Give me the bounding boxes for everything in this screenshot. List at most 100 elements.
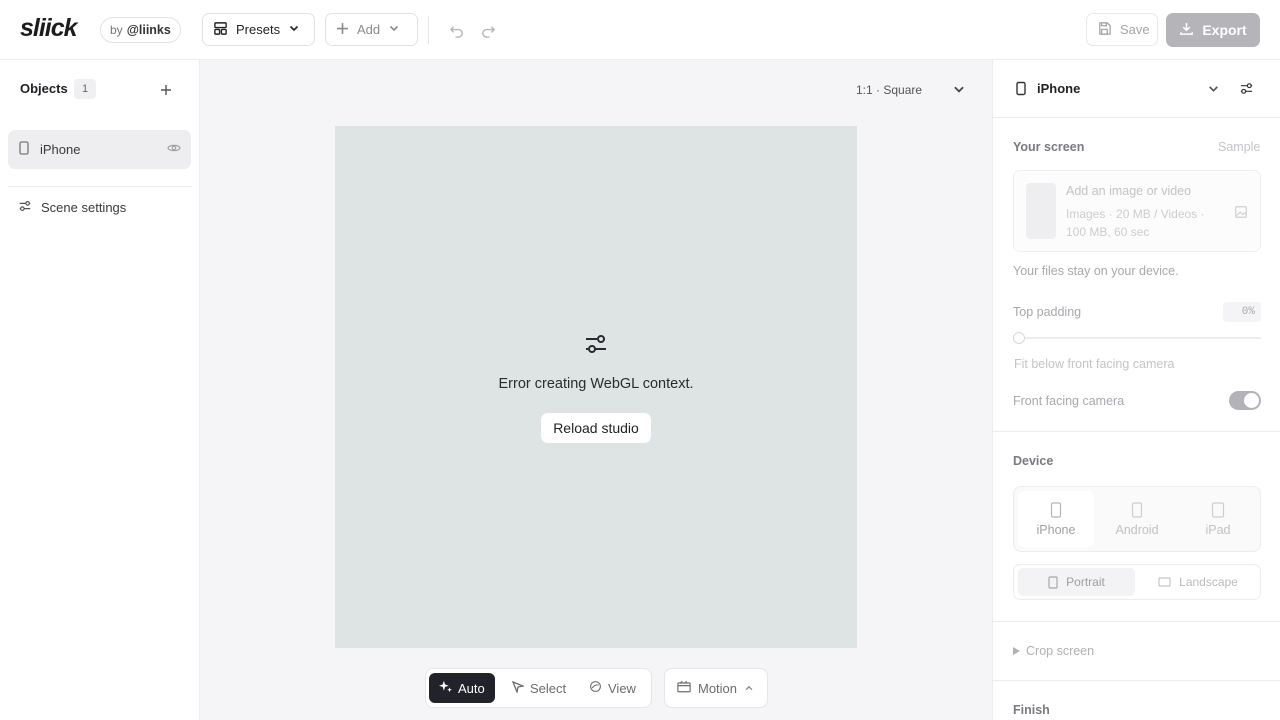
objects-sidebar: Objects 1 iPhone Scene settings (0, 60, 200, 720)
device-selector: iPhone Android iPad (1013, 486, 1261, 552)
film-icon (677, 680, 691, 696)
top-bar: sliick by @liinks Presets Add Save Expor… (0, 0, 1280, 60)
brand-label: @liinks (126, 23, 171, 37)
add-label: Add (357, 22, 381, 37)
orbit-icon (589, 680, 602, 696)
sliders-icon[interactable] (1239, 81, 1254, 99)
image-icon (1234, 205, 1248, 222)
caret-right-icon (1013, 644, 1020, 658)
inspector-title: iPhone (1037, 81, 1081, 96)
inspector-panel: iPhone Your screen Sample Add an image o… (992, 60, 1280, 720)
section-divider (993, 680, 1280, 681)
device-option-label: iPhone (1036, 522, 1076, 537)
toolbar-divider (428, 16, 429, 44)
canvas-mode-toolbar: Auto Select View (425, 668, 652, 708)
object-item-label: iPhone (40, 142, 81, 157)
upload-dropzone[interactable]: Add an image or video Images · 20 MB / V… (1013, 170, 1261, 252)
sparkle-icon (439, 680, 452, 696)
device-title: Device (1013, 454, 1054, 468)
device-option-iphone[interactable]: iPhone (1018, 491, 1094, 547)
device-option-android[interactable]: Android (1099, 491, 1175, 547)
by-badge[interactable]: by @liinks (100, 17, 181, 43)
save-button[interactable]: Save (1086, 13, 1158, 46)
save-label: Save (1120, 22, 1150, 37)
aspect-ratio-select[interactable]: 1:1 · Square (856, 83, 922, 97)
add-object-button[interactable] (156, 80, 176, 100)
sliders-icon (18, 199, 32, 216)
reload-studio-button[interactable]: Reload studio (541, 413, 651, 443)
chevron-down-icon (388, 22, 400, 37)
crop-screen-toggle[interactable]: Crop screen (1013, 644, 1094, 658)
plus-icon (336, 22, 349, 38)
front-camera-label: Front facing camera (1013, 394, 1125, 408)
undo-icon[interactable] (446, 20, 466, 40)
top-padding-slider-handle[interactable] (1013, 332, 1025, 344)
your-screen-title: Your screen (1013, 140, 1085, 154)
error-message: Error creating WebGL context. (498, 376, 694, 392)
add-button[interactable]: Add (325, 13, 418, 46)
phone-icon (1131, 501, 1143, 518)
tool-view[interactable]: View (579, 673, 646, 703)
app-logo[interactable]: sliick (20, 14, 78, 43)
top-padding-hint: Fit below front facing camera (1014, 357, 1175, 371)
presets-label: Presets (236, 22, 281, 37)
scene-stage[interactable]: Error creating WebGL context. Reload stu… (335, 126, 857, 648)
chevron-down-icon[interactable] (952, 82, 966, 99)
redo-icon[interactable] (478, 20, 498, 40)
sidebar-divider (8, 186, 192, 187)
layout-icon (213, 21, 228, 39)
tool-auto[interactable]: Auto (429, 673, 495, 703)
phone-icon (1050, 501, 1062, 518)
export-button[interactable]: Export (1166, 13, 1260, 47)
sample-link[interactable]: Sample (1218, 140, 1260, 154)
canvas-area: 1:1 · Square Error creating WebGL contex… (200, 60, 992, 720)
phone-icon (1015, 81, 1027, 99)
presets-button[interactable]: Presets (202, 13, 315, 46)
top-padding-value[interactable]: 0% (1223, 302, 1261, 322)
scene-settings-label: Scene settings (41, 200, 127, 215)
orientation-portrait[interactable]: Portrait (1018, 568, 1135, 596)
orientation-landscape[interactable]: Landscape (1139, 568, 1257, 596)
orientation-selector: Portrait Landscape (1013, 564, 1261, 600)
section-divider (993, 431, 1280, 432)
sliders-icon (584, 332, 608, 359)
top-padding-slider[interactable] (1019, 337, 1261, 339)
tool-select-label: Select (530, 680, 567, 696)
download-icon (1179, 21, 1194, 39)
export-label: Export (1202, 22, 1247, 38)
tool-auto-label: Auto (458, 680, 485, 696)
upload-limits: Images · 20 MB / Videos · 100 MB, 60 sec (1066, 207, 1205, 239)
save-icon (1097, 21, 1112, 39)
finish-title: Finish (1013, 703, 1050, 717)
motion-button[interactable]: Motion (664, 668, 768, 708)
eye-icon[interactable] (167, 141, 181, 158)
crop-screen-label: Crop screen (1026, 644, 1095, 658)
tool-view-label: View (608, 680, 636, 696)
upload-thumbnail (1026, 183, 1056, 239)
files-note: Your files stay on your device. (1013, 264, 1179, 278)
orientation-label: Portrait (1066, 575, 1105, 589)
tool-select[interactable]: Select (502, 673, 576, 703)
by-label: by (110, 23, 123, 37)
device-option-label: iPad (1205, 522, 1231, 537)
objects-count-badge: 1 (74, 79, 96, 99)
device-option-label: Android (1115, 522, 1159, 537)
scene-settings-item[interactable]: Scene settings (18, 199, 126, 216)
cursor-icon (511, 680, 526, 696)
orientation-label: Landscape (1179, 575, 1238, 589)
front-camera-toggle[interactable] (1229, 391, 1261, 410)
top-padding-label: Top padding (1013, 305, 1082, 319)
section-divider (993, 621, 1280, 622)
object-item-iphone[interactable]: iPhone (8, 130, 191, 169)
portrait-icon (1048, 575, 1058, 589)
phone-icon (18, 141, 30, 158)
device-option-ipad[interactable]: iPad (1180, 491, 1256, 547)
chevron-down-icon[interactable] (1207, 82, 1220, 98)
chevron-up-icon (744, 681, 754, 696)
tablet-icon (1211, 501, 1225, 518)
objects-title: Objects (20, 81, 68, 96)
landscape-icon (1158, 577, 1171, 587)
upload-title: Add an image or video (1066, 184, 1192, 198)
motion-label: Motion (698, 680, 738, 696)
inspector-header: iPhone (993, 60, 1280, 118)
